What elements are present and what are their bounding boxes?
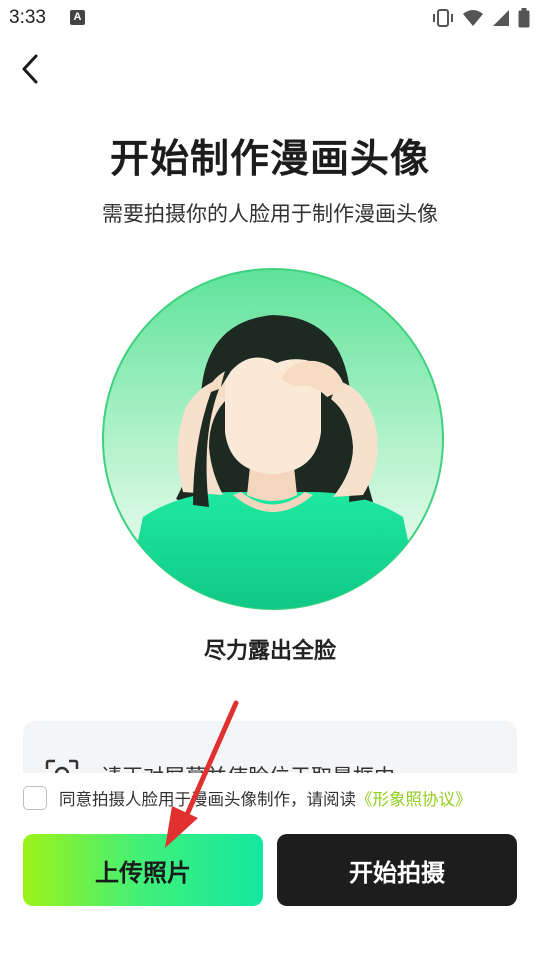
agreement-checkbox[interactable] (23, 786, 47, 810)
back-button[interactable] (12, 50, 48, 88)
face-portrait-illustration (102, 268, 444, 610)
agreement-text: 同意拍摄人脸用于漫画头像制作，请阅读 (59, 790, 356, 809)
chevron-left-icon (22, 54, 38, 84)
notification-icon: A (70, 10, 85, 25)
agreement-row: 同意拍摄人脸用于漫画头像制作，请阅读 《形象照协议》 (23, 785, 472, 811)
upload-photo-button[interactable]: 上传照片 (23, 834, 263, 906)
wifi-icon (462, 9, 484, 27)
status-icons (432, 7, 530, 29)
agreement-link[interactable]: 《形象照协议》 (356, 786, 472, 810)
page-subtitle: 需要拍摄你的人脸用于制作漫画头像 (102, 202, 438, 226)
page-title: 开始制作漫画头像 (109, 137, 430, 182)
face-frame-icon (45, 759, 79, 773)
start-shooting-button[interactable]: 开始拍摄 (277, 834, 517, 906)
page: 3:33 A 开始制作漫画头像 需要拍摄你的人脸用于制作漫画头像 尽力露出全脸 … (0, 0, 540, 960)
signal-icon (492, 9, 510, 27)
vibrate-icon (432, 9, 454, 27)
bottom-action-area: 同意拍摄人脸用于漫画头像制作，请阅读 《形象照协议》 上传照片 开始拍摄 (0, 773, 540, 960)
tips-text: 请正对屏幕并使脸位于取景框中 (101, 761, 395, 773)
face-hint: 尽力露出全脸 (203, 639, 336, 664)
battery-icon (518, 8, 530, 28)
status-bar: 3:33 A (0, 0, 540, 38)
tips-card: 请正对屏幕并使脸位于取景框中 (23, 721, 517, 773)
status-time: 3:33 (9, 7, 46, 28)
upload-photo-label: 上传照片 (95, 858, 191, 887)
start-shooting-label: 开始拍摄 (349, 858, 445, 887)
